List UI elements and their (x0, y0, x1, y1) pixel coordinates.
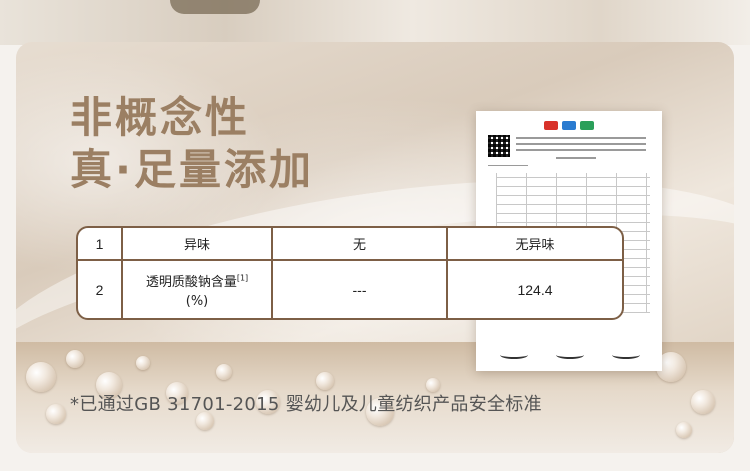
signature-mark (612, 351, 640, 359)
top-banner-image (0, 0, 750, 45)
certification-logos (544, 121, 594, 130)
signature-mark (500, 351, 528, 359)
result-value: 无异味 (447, 228, 622, 261)
test-item: 异味 (122, 228, 273, 261)
result-value: 124.4 (517, 281, 553, 298)
signature-mark (556, 351, 584, 359)
test-item: 透明质酸钠含量[1] (%) (122, 260, 273, 318)
row-number: 2 (78, 260, 123, 318)
test-results-table: 1 异味 无 无异味 2 透明质酸钠含量[1] (%) --- 124.4 (76, 226, 624, 320)
table-row: 2 透明质酸钠含量[1] (%) --- 124.4 (78, 260, 622, 318)
headline-line-2: 真·足量添加 (70, 145, 314, 194)
qr-code-icon (488, 135, 510, 157)
reference-marker: [1] (236, 273, 249, 283)
test-item-label: 透明质酸钠含量 (145, 274, 237, 290)
footnote: *已通过GB 31701-2015 婴幼儿及儿童纺织产品安全标准 (70, 394, 542, 415)
standard-value: 无 (272, 228, 448, 261)
headline: 非概念性 真·足量添加 (70, 92, 314, 196)
row-number: 1 (78, 228, 123, 261)
table-row: 1 异味 无 无异味 (78, 228, 622, 261)
headline-line-1: 非概念性 (70, 93, 251, 142)
test-item-unit: (%) (185, 293, 209, 309)
standard-value: --- (272, 260, 448, 318)
